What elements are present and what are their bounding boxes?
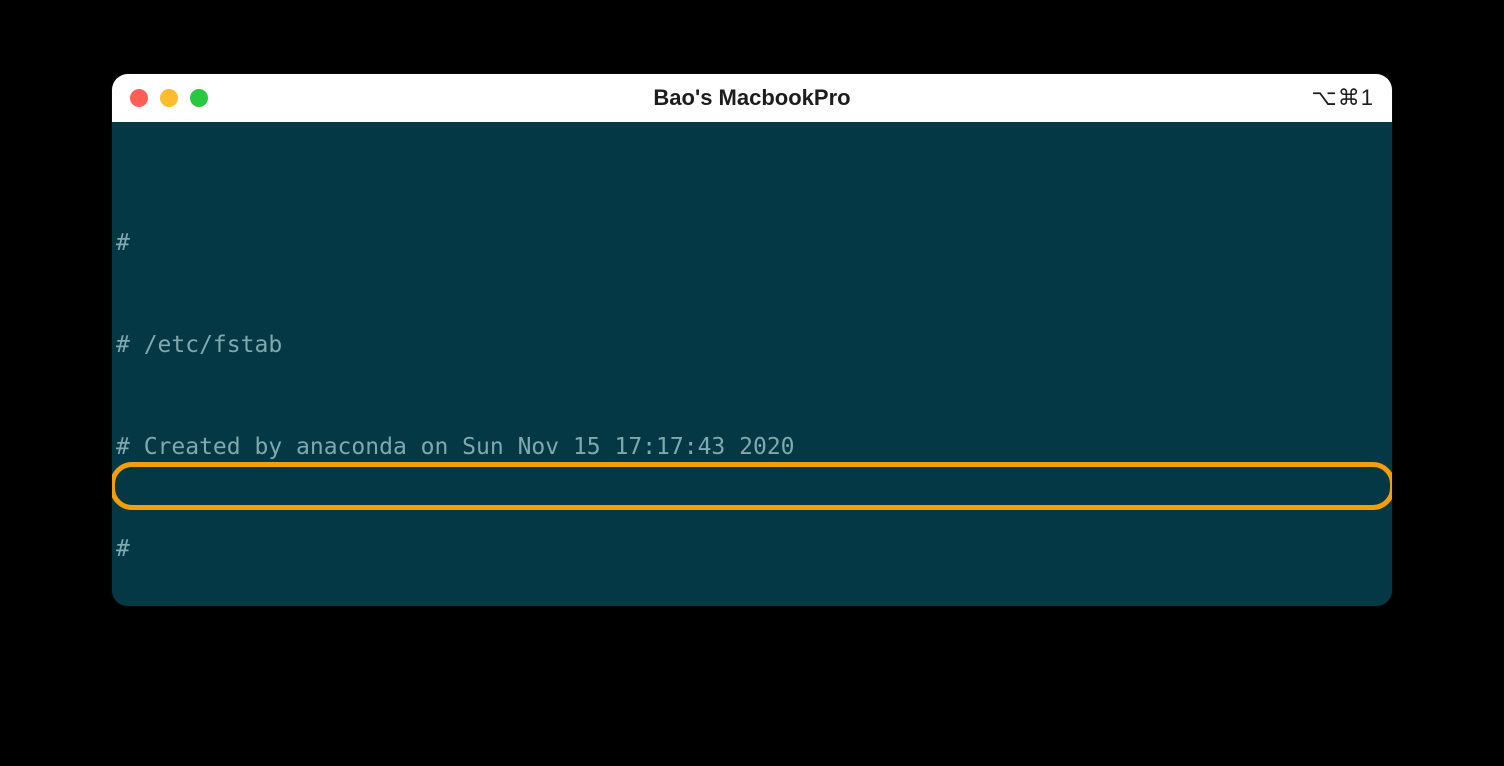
terminal-window: Bao's MacbookPro ⌥⌘1 # # /etc/fstab # Cr… xyxy=(112,74,1392,606)
annotation-highlight-box xyxy=(112,462,1392,510)
terminal-line: # xyxy=(116,532,1388,566)
terminal-line: # Created by anaconda on Sun Nov 15 17:1… xyxy=(116,430,1388,464)
terminal-line: # xyxy=(116,226,1388,260)
titlebar: Bao's MacbookPro ⌥⌘1 xyxy=(112,74,1392,122)
terminal-body[interactable]: # # /etc/fstab # Created by anaconda on … xyxy=(112,122,1392,606)
close-icon[interactable] xyxy=(130,89,148,107)
zoom-icon[interactable] xyxy=(190,89,208,107)
window-shortcut: ⌥⌘1 xyxy=(1311,85,1374,111)
minimize-icon[interactable] xyxy=(160,89,178,107)
terminal-line: # /etc/fstab xyxy=(116,328,1388,362)
traffic-lights xyxy=(130,89,208,107)
window-title: Bao's MacbookPro xyxy=(112,85,1392,111)
